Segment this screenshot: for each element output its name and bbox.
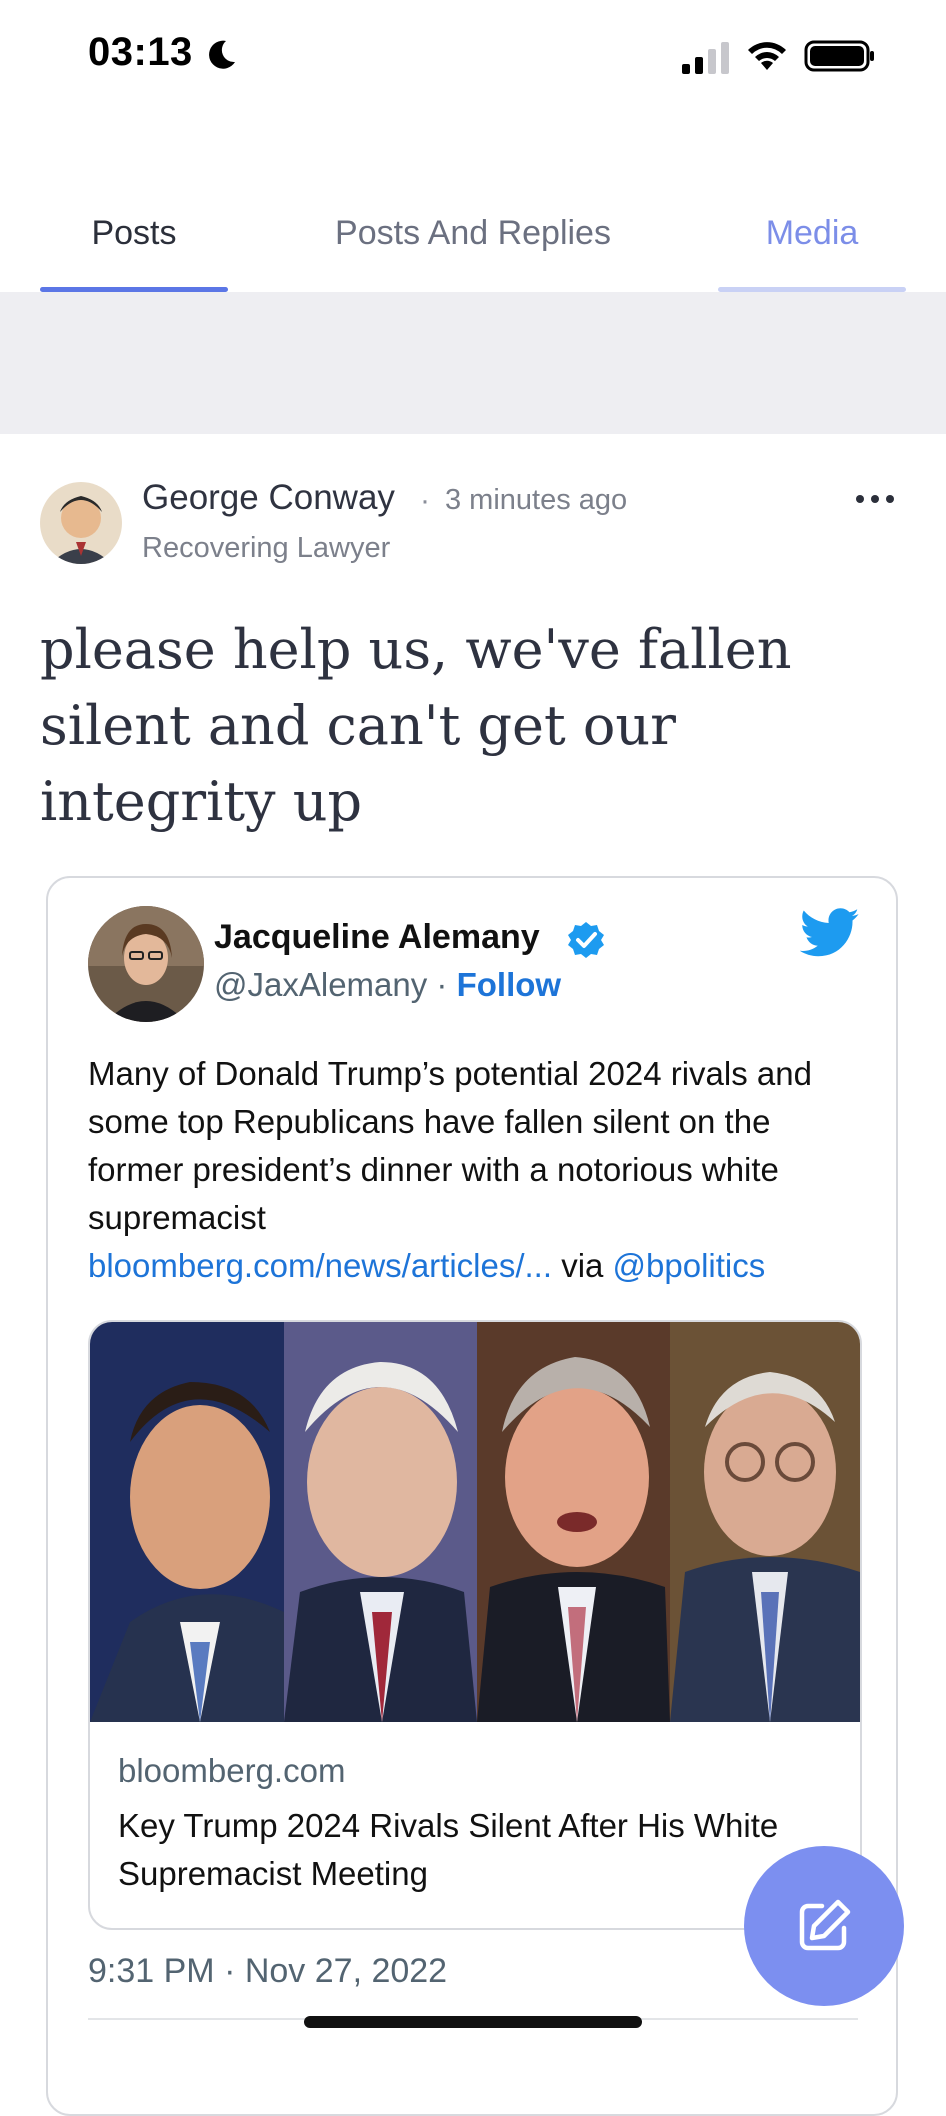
tab-label: Posts And Replies [335,214,611,252]
tweet-author-name[interactable]: Jacqueline Alemany [214,918,540,957]
tab-posts[interactable]: Posts [40,200,228,292]
tweet-body: Many of Donald Trump’s potential 2024 ri… [88,1055,812,1236]
separator: · [420,484,430,517]
more-options-button[interactable] [856,486,906,512]
section-divider [0,292,946,434]
tweet-author-avatar[interactable] [88,906,204,1022]
tweet-text: Many of Donald Trump’s potential 2024 ri… [88,1050,868,1290]
separator: · [436,966,448,1003]
link-domain: bloomberg.com [118,1752,346,1789]
home-indicator [304,2016,642,2028]
author-avatar[interactable] [40,482,122,564]
profile-tabs: Posts Posts And Replies Media [0,200,946,292]
author-name[interactable]: George Conway [142,478,395,518]
via-label: via [561,1247,604,1284]
tab-label: Posts [91,214,177,252]
tweet-handle[interactable]: @JaxAlemany [214,966,427,1003]
wifi-icon [748,42,786,70]
twitter-bird-icon[interactable] [800,908,860,958]
more-horizontal-icon [856,495,894,503]
compose-icon [799,1899,851,1951]
battery-icon [804,40,874,72]
status-bar: 03:13 [0,0,946,110]
link-preview-card[interactable]: bloomberg.com Key Trump 2024 Rivals Sile… [88,1320,862,1930]
follow-link[interactable]: Follow [457,966,561,1003]
via-handle-link[interactable]: @bpolitics [613,1247,766,1284]
tab-media[interactable]: Media [718,200,906,292]
tab-label: Media [765,214,859,252]
author-bio: Recovering Lawyer [142,532,391,564]
tweet-handle-row: @JaxAlemany · Follow [214,966,561,1004]
tweet-date[interactable]: 9:31 PM · Nov 27, 2022 [88,1952,447,1991]
link-preview-image [90,1322,860,1722]
post-text: please help us, we've fallen silent and … [40,618,792,833]
verified-badge-icon [568,922,604,958]
link-title: Key Trump 2024 Rivals Silent After His W… [118,1807,779,1892]
moon-icon [209,40,235,69]
tab-posts-and-replies[interactable]: Posts And Replies [300,200,646,292]
post-timestamp: 3 minutes ago [445,484,628,516]
compose-button[interactable] [744,1846,904,2006]
status-time: 03:13 [88,30,193,74]
tweet-link[interactable]: bloomberg.com/news/articles/... [88,1247,552,1284]
cellular-signal-icon [682,42,729,74]
